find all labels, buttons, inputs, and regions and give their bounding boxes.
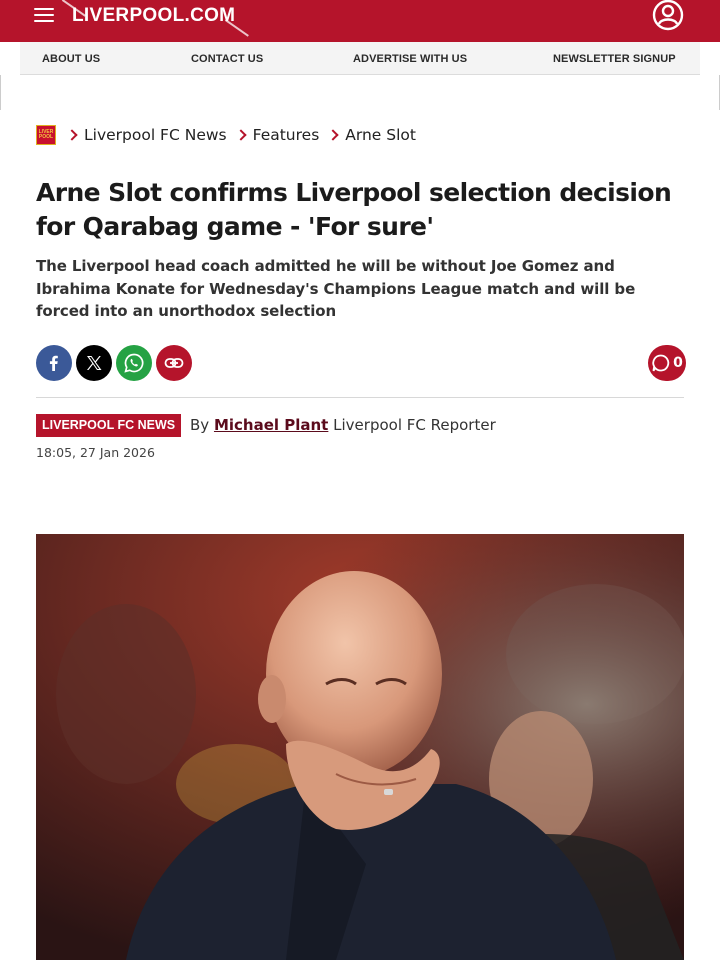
hamburger-menu-icon[interactable]: [34, 8, 54, 22]
logo-wordmark: LIVERPOOL.COM: [72, 5, 236, 26]
site-header: LIVERPOOL.COM: [0, 0, 720, 42]
link-icon: [164, 358, 184, 368]
liverpool-logo-icon[interactable]: LIVER POOL: [36, 125, 56, 145]
chevron-right-icon: [327, 129, 339, 141]
publish-timestamp: 18:05, 27 Jan 2026: [36, 445, 155, 460]
nav-contact-us[interactable]: CONTACT US: [191, 53, 263, 65]
breadcrumb-item-lfc-news[interactable]: Liverpool FC News: [84, 126, 227, 144]
crumb-logo-text: LIVER POOL: [38, 129, 54, 140]
nav-about-us[interactable]: ABOUT US: [42, 53, 100, 65]
breadcrumb-item-arne-slot[interactable]: Arne Slot: [345, 126, 416, 144]
breadcrumb: LIVER POOL Liverpool FC News Features Ar…: [36, 124, 416, 146]
chevron-right-icon: [234, 129, 247, 141]
secondary-nav: ABOUT US CONTACT US ADVERTISE WITH US NE…: [20, 42, 700, 75]
user-account-icon[interactable]: [651, 0, 685, 32]
byline-prefix: By: [190, 416, 210, 434]
x-icon: [87, 356, 102, 370]
logo-text: LIVERPOOL.COM: [62, 0, 250, 37]
copy-link-button[interactable]: [156, 345, 192, 381]
x-share-button[interactable]: [76, 345, 112, 381]
whatsapp-share-button[interactable]: [116, 345, 152, 381]
author-role: Liverpool FC Reporter: [333, 416, 496, 434]
comment-count: 0: [673, 355, 683, 371]
facebook-icon: [49, 355, 58, 371]
breadcrumb-item-features[interactable]: Features: [253, 126, 320, 144]
nav-advertise[interactable]: ADVERTISE WITH US: [353, 53, 467, 65]
site-logo[interactable]: LIVERPOOL.COM: [62, 0, 250, 37]
nav-newsletter-signup[interactable]: NEWSLETTER SIGNUP: [553, 53, 676, 65]
chevron-right-icon: [66, 129, 78, 141]
comments-button[interactable]: 0: [648, 345, 686, 381]
article-standfirst: The Liverpool head coach admitted he wil…: [36, 257, 636, 320]
byline: By Michael Plant Liverpool FC Reporter: [190, 416, 496, 434]
facebook-share-button[interactable]: [36, 345, 72, 381]
divider: [36, 397, 684, 398]
author-link[interactable]: Michael Plant: [214, 416, 328, 434]
section-tag[interactable]: LIVERPOOL FC NEWS: [36, 414, 182, 437]
article-headline: Arne Slot confirms Liverpool selection d…: [36, 178, 672, 241]
hero-image[interactable]: [36, 534, 684, 960]
whatsapp-icon: [124, 353, 144, 373]
ad-placeholder: [0, 75, 720, 110]
share-bar: [36, 345, 196, 381]
comment-bubble-icon: [652, 354, 670, 372]
hero-photo-illustration: [36, 534, 684, 960]
